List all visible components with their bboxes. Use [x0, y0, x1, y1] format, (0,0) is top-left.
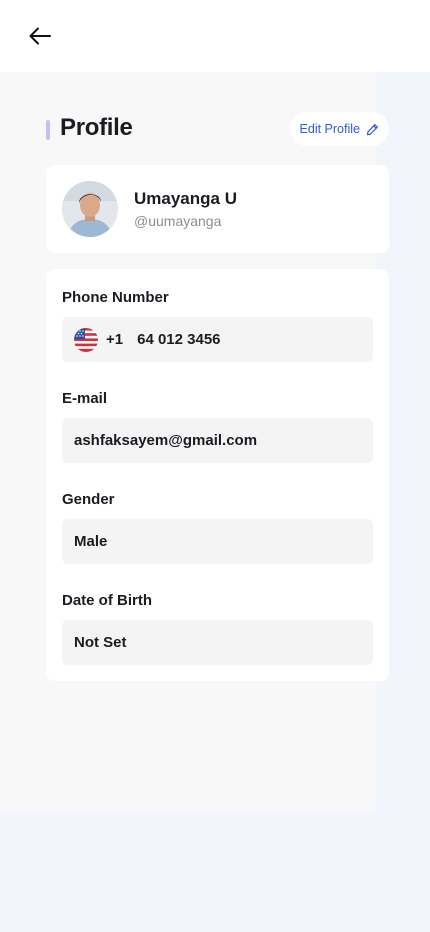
- edit-profile-button[interactable]: Edit Profile: [289, 112, 389, 146]
- email-label: E-mail: [62, 390, 108, 407]
- avatar[interactable]: [62, 181, 118, 237]
- email-value: ashfaksayem@gmail.com: [74, 432, 258, 449]
- arrow-left-icon: [29, 27, 51, 45]
- pencil-icon: [366, 123, 378, 135]
- dob-label: Date of Birth: [62, 592, 152, 609]
- gender-field[interactable]: Male: [62, 519, 373, 564]
- avatar-image: [62, 181, 118, 237]
- us-flag-icon[interactable]: [74, 327, 98, 352]
- page-title: Profile: [60, 114, 133, 141]
- phone-number-value: 64 012 3456: [137, 331, 221, 348]
- gender-value: Male: [74, 533, 108, 550]
- dob-value: Not Set: [74, 634, 127, 651]
- edit-profile-label: Edit Profile: [299, 122, 360, 136]
- dob-field[interactable]: Not Set: [62, 620, 373, 665]
- user-name: Umayanga U: [134, 189, 237, 208]
- back-button[interactable]: [22, 20, 58, 52]
- top-bar: [0, 0, 430, 72]
- title-accent-bar: [46, 120, 50, 140]
- phone-label: Phone Number: [62, 289, 169, 306]
- phone-field[interactable]: +1 64 012 3456: [62, 317, 373, 362]
- user-card: Umayanga U @uumayanga: [46, 165, 389, 253]
- gender-label: Gender: [62, 491, 115, 508]
- profile-header: Profile Edit Profile: [46, 112, 389, 148]
- email-field[interactable]: ashfaksayem@gmail.com: [62, 418, 373, 463]
- user-handle: @uumayanga: [134, 213, 222, 229]
- details-card: Phone Number +1 64 012 3456 E-mail ashfa…: [46, 269, 389, 681]
- dial-code: +1: [106, 331, 124, 348]
